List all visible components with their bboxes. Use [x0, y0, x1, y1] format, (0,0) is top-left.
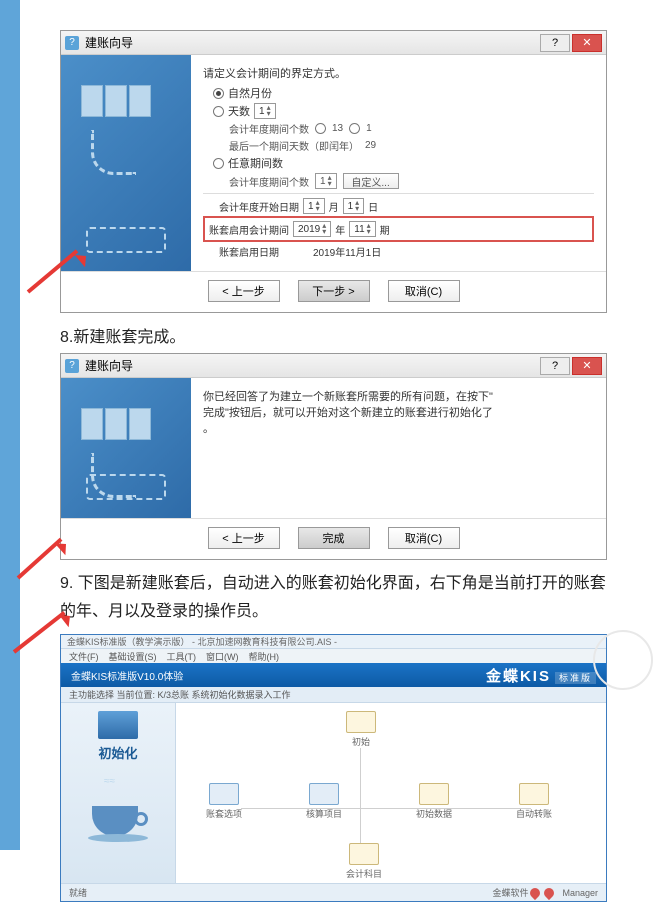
- wizard-dialog-2: ? 建账向导 ? ✕ 你已经回答了为建立一个新账套所需要的所有问题，在按下" 完…: [60, 353, 607, 560]
- app-banner: 金蝶KIS标准版V10.0体验 金蝶KIS标准版: [61, 663, 606, 687]
- banner-left-text: 金蝶KIS标准版V10.0体验: [71, 668, 183, 683]
- annotation-arrow-icon: [13, 611, 66, 654]
- document-page: ? 建账向导 ? ✕ 请定义会计期间的界定方式。 自然月份 天数 1▴▾ 会计年…: [0, 0, 657, 902]
- radio-1-alt[interactable]: [349, 123, 360, 134]
- radio-free-count[interactable]: [213, 158, 224, 169]
- radio-13[interactable]: [315, 123, 326, 134]
- finish-button[interactable]: 完成: [298, 527, 370, 549]
- radio-days[interactable]: [213, 106, 224, 117]
- wizard-button-bar: < 上一步 完成 取消(C): [61, 518, 606, 559]
- wizard-sidebar-graphic: [61, 378, 191, 518]
- sidebar-title: 初始化: [67, 743, 169, 762]
- node-options[interactable]: 账套选项: [206, 783, 242, 820]
- close-window-button[interactable]: ✕: [572, 357, 602, 375]
- prev-button[interactable]: < 上一步: [208, 527, 280, 549]
- label-free-period-count: 会计年度期间个数: [229, 174, 309, 189]
- fy-month-spinner[interactable]: 1▴▾: [303, 198, 325, 214]
- enable-year-spinner[interactable]: 2019▴▾: [293, 221, 331, 237]
- titlebar: ? 建账向导 ? ✕: [61, 354, 606, 378]
- wizard-sidebar-graphic: [61, 55, 191, 271]
- window-title: 建账向导: [85, 357, 133, 374]
- label-period-count: 会计年度期间个数: [229, 121, 309, 136]
- status-vendor: 金蝶软件: [492, 886, 528, 899]
- menu-tools[interactable]: 工具(T): [167, 650, 197, 663]
- wizard-button-bar: < 上一步 下一步 > 取消(C): [61, 271, 606, 312]
- menu-help[interactable]: 帮助(H): [249, 650, 280, 663]
- sidebar-books-icon: [98, 711, 138, 739]
- app-statusbar: 就绪 金蝶软件 Manager: [61, 883, 606, 901]
- node-initdata[interactable]: 初始数据: [416, 783, 452, 820]
- label-days: 天数: [228, 103, 250, 119]
- custom-button[interactable]: 自定义...: [343, 173, 399, 189]
- node-subjects[interactable]: 会计科目: [346, 843, 382, 880]
- cancel-button[interactable]: 取消(C): [388, 280, 460, 302]
- wizard-dialog-1: ? 建账向导 ? ✕ 请定义会计期间的界定方式。 自然月份 天数 1▴▾ 会计年…: [60, 30, 607, 313]
- help-window-button[interactable]: ?: [540, 357, 570, 375]
- kis-app-window: 金蝶KIS标准版（教学演示版） - 北京加速网教育科技有限公司.AIS - 文件…: [60, 634, 607, 902]
- radio-natural-month[interactable]: [213, 88, 224, 99]
- highlight-box: 账套启用会计期间 2019▴▾年 11▴▾期: [203, 216, 594, 242]
- app-toolbar: 主功能选择 当前位置: K/3总账 系统初始化数据录入工作: [61, 687, 606, 703]
- cancel-button[interactable]: 取消(C): [388, 527, 460, 549]
- watermark-circle: [593, 630, 653, 690]
- app-icon: ?: [65, 359, 79, 373]
- label-enable-period: 账套启用会计期间: [209, 222, 289, 237]
- enable-date-value: 2019年11月1日: [313, 244, 381, 259]
- titlebar: ? 建账向导 ? ✕: [61, 31, 606, 55]
- app-icon: ?: [65, 36, 79, 50]
- days-spinner[interactable]: 1▴▾: [254, 103, 276, 119]
- label-free-count: 任意期间数: [228, 155, 283, 171]
- wizard-question: 请定义会计期间的界定方式。: [203, 65, 594, 81]
- label-fy-start: 会计年度开始日期: [219, 199, 299, 214]
- fy-day-spinner[interactable]: 1▴▾: [343, 198, 365, 214]
- menu-basic[interactable]: 基础设置(S): [109, 650, 157, 663]
- help-window-button[interactable]: ?: [540, 34, 570, 52]
- label-enable-date: 账套启用日期: [219, 244, 279, 259]
- window-title: 建账向导: [85, 34, 133, 51]
- label-last-days: 最后一个期间天数（即闰年）: [229, 138, 359, 153]
- app-canvas: 初始 账套选项 核算项目 初始数据 自动转账 会计科目: [176, 703, 606, 883]
- app-titlebar-outer: 金蝶KIS标准版（教学演示版） - 北京加速网教育科技有限公司.AIS -: [61, 635, 606, 649]
- finish-text-2: 完成"按钮后，就可以开始对这个新建立的账套进行初始化了: [203, 404, 594, 420]
- next-button[interactable]: 下一步 >: [298, 280, 370, 302]
- prev-button[interactable]: < 上一步: [208, 280, 280, 302]
- menu-file[interactable]: 文件(F): [69, 650, 99, 663]
- label-natural-month: 自然月份: [228, 85, 272, 101]
- finish-text-1: 你已经回答了为建立一个新账套所需要的所有问题，在按下": [203, 388, 594, 404]
- node-init[interactable]: 初始: [346, 711, 376, 748]
- enable-period-spinner[interactable]: 11▴▾: [349, 221, 375, 237]
- last-days-value: 29: [365, 140, 376, 151]
- free-count-spinner[interactable]: 1▴▾: [315, 173, 337, 189]
- brand-logo: 金蝶KIS标准版: [486, 665, 596, 686]
- node-kernel[interactable]: 核算项目: [306, 783, 342, 820]
- status-user: Manager: [562, 888, 598, 898]
- step-8-caption: 8.新建账套完成。: [60, 323, 607, 347]
- menu-window[interactable]: 窗口(W): [206, 650, 239, 663]
- finish-text-3: 。: [203, 420, 594, 436]
- status-ready: 就绪: [69, 886, 87, 899]
- app-menubar: 文件(F) 基础设置(S) 工具(T) 窗口(W) 帮助(H): [61, 649, 606, 663]
- close-window-button[interactable]: ✕: [572, 34, 602, 52]
- step-9-caption: 9. 下图是新建账套后，自动进入的账套初始化界面，右下角是当前打开的账套的年、月…: [60, 570, 607, 626]
- coffee-cup-icon: ≈≈: [88, 782, 148, 842]
- app-sidebar: 初始化 ≈≈: [61, 703, 176, 883]
- pin-icon: [542, 885, 556, 899]
- pin-icon: [528, 885, 542, 899]
- node-autotrans[interactable]: 自动转账: [516, 783, 552, 820]
